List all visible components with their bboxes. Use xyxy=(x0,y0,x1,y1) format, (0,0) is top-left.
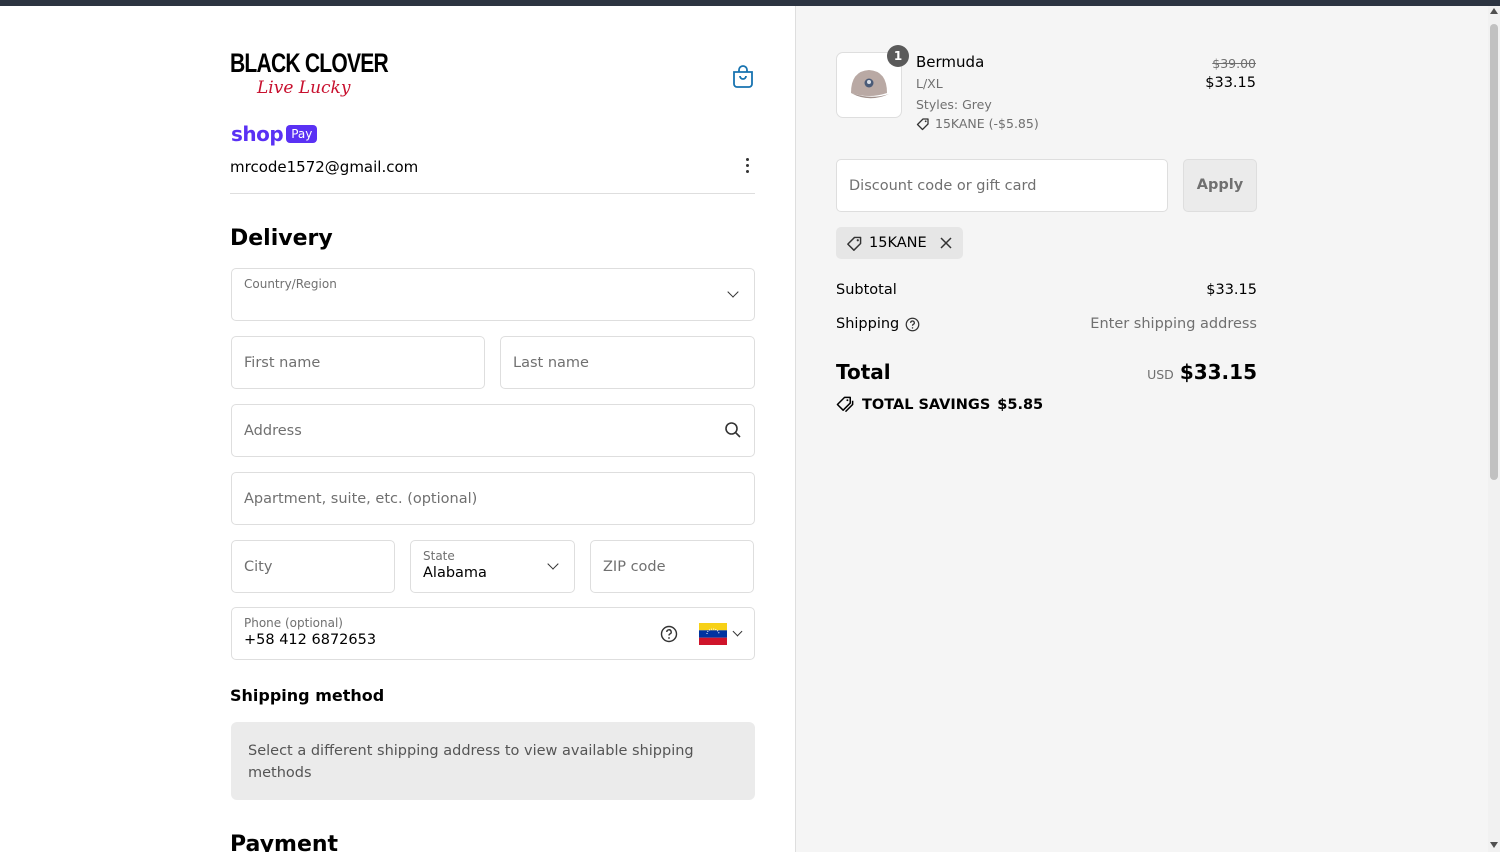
discount-code-placeholder: Discount code or gift card xyxy=(849,177,1037,194)
total-value-group: USD $33.15 xyxy=(1000,360,1257,384)
account-email: mrcode1572@gmail.com xyxy=(230,158,419,176)
phone-field[interactable]: Phone (optional) +58 412 6872653 xyxy=(231,607,755,660)
quantity-badge: 1 xyxy=(887,45,909,67)
apartment-field[interactable]: Apartment, suite, etc. (optional) xyxy=(231,472,755,525)
applied-discount-code: 15KANE xyxy=(869,235,927,251)
brand-logo[interactable]: BLACK CLOVER Live Lucky xyxy=(230,48,389,108)
search-icon[interactable] xyxy=(724,421,742,439)
last-name-placeholder: Last name xyxy=(513,354,589,371)
product-discount-text: 15KANE (-$5.85) xyxy=(935,116,1039,131)
scroll-down-arrow-icon[interactable] xyxy=(1490,842,1498,848)
shipping-method-notice: Select a different shipping address to v… xyxy=(231,722,755,800)
shop-pay-logo: shop Pay xyxy=(231,122,318,146)
product-name: Bermuda xyxy=(916,53,985,71)
state-select[interactable]: State Alabama xyxy=(410,540,575,593)
shipping-row-label: Shipping xyxy=(836,316,920,332)
city-field[interactable]: City xyxy=(231,540,395,593)
remove-discount-close-icon[interactable] xyxy=(939,236,953,250)
shipping-label: Shipping xyxy=(836,316,900,332)
shopping-bag-icon[interactable] xyxy=(731,63,755,89)
phone-value: +58 412 6872653 xyxy=(244,632,377,648)
currency-code: USD xyxy=(1147,367,1174,382)
help-icon[interactable] xyxy=(660,625,678,643)
scroll-thumb[interactable] xyxy=(1490,24,1498,480)
original-price: $39.00 xyxy=(1212,56,1256,71)
chevron-down-icon xyxy=(732,626,743,637)
tag-icon xyxy=(847,236,862,251)
zip-code-placeholder: ZIP code xyxy=(603,558,666,575)
first-name-placeholder: First name xyxy=(244,354,321,371)
account-menu-icon[interactable] xyxy=(742,158,752,176)
city-placeholder: City xyxy=(244,558,273,575)
shop-pay-word: shop xyxy=(231,122,284,146)
state-label: State xyxy=(423,549,455,563)
apply-button[interactable]: Apply xyxy=(1183,159,1257,212)
logo-script-text: Live Lucky xyxy=(257,78,351,98)
shipping-value: Enter shipping address xyxy=(1090,316,1257,332)
scroll-up-arrow-icon[interactable] xyxy=(1490,8,1498,14)
product-discount: 15KANE (-$5.85) xyxy=(916,116,1039,131)
applied-discount-chip: 15KANE xyxy=(836,227,963,259)
current-price: $33.15 xyxy=(1205,75,1256,91)
state-value: Alabama xyxy=(423,565,487,581)
total-savings: TOTAL SAVINGS $5.85 xyxy=(836,395,1043,414)
discount-code-field[interactable]: Discount code or gift card xyxy=(836,159,1168,212)
product-variant: L/XL xyxy=(916,76,943,91)
logo-main-text: BLACK CLOVER xyxy=(230,48,389,78)
address-field[interactable]: Address xyxy=(231,404,755,457)
total-value: $33.15 xyxy=(1179,360,1257,384)
product-style: Styles: Grey xyxy=(916,97,992,112)
delivery-heading: Delivery xyxy=(230,226,333,251)
chevron-down-icon xyxy=(547,558,559,570)
savings-tags-icon xyxy=(836,396,854,413)
country-flag-icon[interactable] xyxy=(699,623,727,645)
phone-label: Phone (optional) xyxy=(244,616,343,630)
section-divider xyxy=(230,193,755,194)
country-region-select[interactable]: Country/Region xyxy=(231,268,755,321)
last-name-field[interactable]: Last name xyxy=(500,336,755,389)
total-label: Total xyxy=(836,360,891,384)
chevron-down-icon xyxy=(727,286,739,298)
page-scrollbar[interactable] xyxy=(1488,6,1500,852)
order-summary-panel xyxy=(796,6,1488,852)
country-region-label: Country/Region xyxy=(244,277,337,291)
help-icon[interactable] xyxy=(905,317,920,332)
shipping-method-heading: Shipping method xyxy=(230,686,385,705)
first-name-field[interactable]: First name xyxy=(231,336,485,389)
tag-icon xyxy=(916,117,929,130)
apartment-placeholder: Apartment, suite, etc. (optional) xyxy=(244,490,478,507)
subtotal-label: Subtotal xyxy=(836,282,897,298)
payment-heading: Payment xyxy=(230,832,339,852)
address-placeholder: Address xyxy=(244,422,302,439)
shop-pay-badge: Pay xyxy=(286,125,318,143)
subtotal-value: $33.15 xyxy=(1206,282,1257,298)
savings-label: TOTAL SAVINGS xyxy=(862,396,991,413)
zip-code-field[interactable]: ZIP code xyxy=(590,540,754,593)
savings-value: $5.85 xyxy=(997,396,1044,413)
